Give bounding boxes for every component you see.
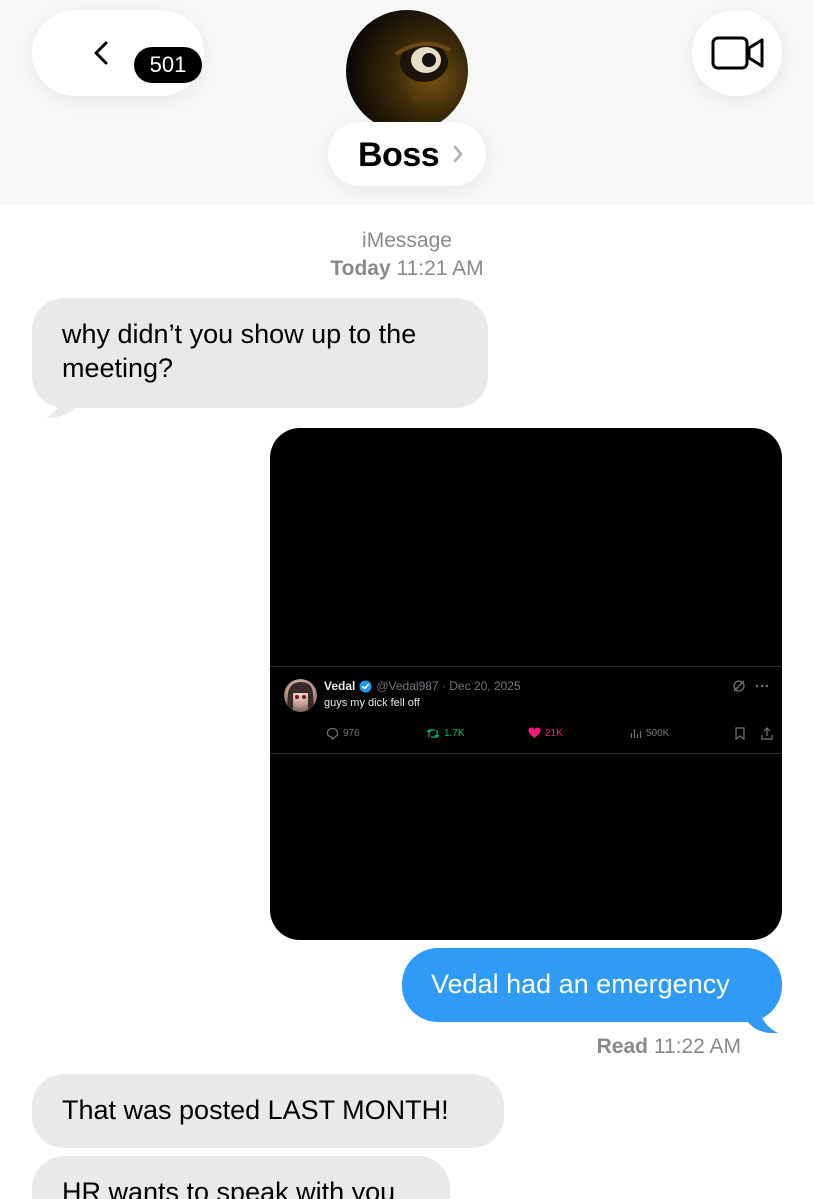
- timestamp-day: Today: [330, 257, 391, 280]
- grok-icon: [733, 680, 745, 692]
- chevron-right-icon: [453, 145, 463, 163]
- video-camera-icon: [711, 36, 764, 70]
- tweet-retweets: 1.7K: [426, 727, 465, 740]
- more-icon: [755, 684, 769, 688]
- tweet-views: 500K: [630, 727, 669, 739]
- tweet-author-name: Vedal: [324, 679, 356, 693]
- tweet-top-icons: [732, 679, 770, 693]
- contact-avatar[interactable]: [346, 10, 468, 132]
- bookmark-icon: [735, 727, 745, 740]
- timestamp-time: 11:21 AM: [396, 257, 484, 280]
- unread-count-badge: 501: [134, 47, 202, 83]
- service-label: iMessage: [362, 229, 452, 252]
- read-label: Read: [596, 1035, 648, 1058]
- tweet-bookmark-share: [734, 727, 778, 740]
- tweet-replies: 976: [326, 727, 360, 740]
- facetime-video-button[interactable]: [692, 10, 782, 96]
- contact-name: Boss: [358, 136, 440, 174]
- views-icon: [630, 729, 642, 738]
- tweet-likes: 21K: [528, 727, 563, 739]
- reply-icon: [326, 727, 339, 740]
- tweet-header: Vedal @Vedal987 · Dec 20, 2025: [324, 679, 521, 693]
- contact-name-button[interactable]: Boss: [328, 122, 486, 186]
- tweet-avatar: [284, 679, 317, 712]
- image-attachment[interactable]: Vedal @Vedal987 · Dec 20, 2025 guys my d…: [270, 428, 782, 940]
- share-icon: [761, 727, 773, 740]
- read-time: 11:22 AM: [653, 1035, 741, 1058]
- tweet-handle: @Vedal987: [376, 679, 439, 693]
- retweet-icon: [426, 729, 440, 738]
- conversation-header: 501 Boss: [0, 0, 814, 205]
- tweet-reply-count: 976: [343, 728, 360, 739]
- avatar-image: [394, 42, 451, 100]
- tweet-actions: 976 1.7K 21K 500K: [270, 727, 782, 743]
- back-button[interactable]: 501: [32, 10, 204, 96]
- tweet-date: · Dec 20, 2025: [441, 679, 521, 693]
- message-bubble-outgoing[interactable]: Vedal had an emergency: [402, 948, 782, 1022]
- tweet-card: Vedal @Vedal987 · Dec 20, 2025 guys my d…: [270, 666, 782, 754]
- tweet-view-count: 500K: [646, 727, 670, 739]
- message-bubble-incoming[interactable]: HR wants to speak with you: [32, 1156, 450, 1199]
- heart-icon: [528, 727, 541, 738]
- timestamp: Today 11:21 AM: [0, 257, 814, 281]
- back-chevron-icon: [94, 41, 108, 65]
- message-bubble-incoming[interactable]: That was posted LAST MONTH!: [32, 1074, 504, 1148]
- tweet-retweet-count: 1.7K: [444, 728, 465, 739]
- tweet-text: guys my dick fell off: [324, 697, 420, 709]
- tweet-like-count: 21K: [545, 727, 563, 739]
- read-receipt: Read 11:22 AM: [0, 1035, 741, 1059]
- verified-check-icon: [359, 679, 372, 693]
- message-bubble-incoming[interactable]: why didn’t you show up to the meeting?: [32, 298, 488, 408]
